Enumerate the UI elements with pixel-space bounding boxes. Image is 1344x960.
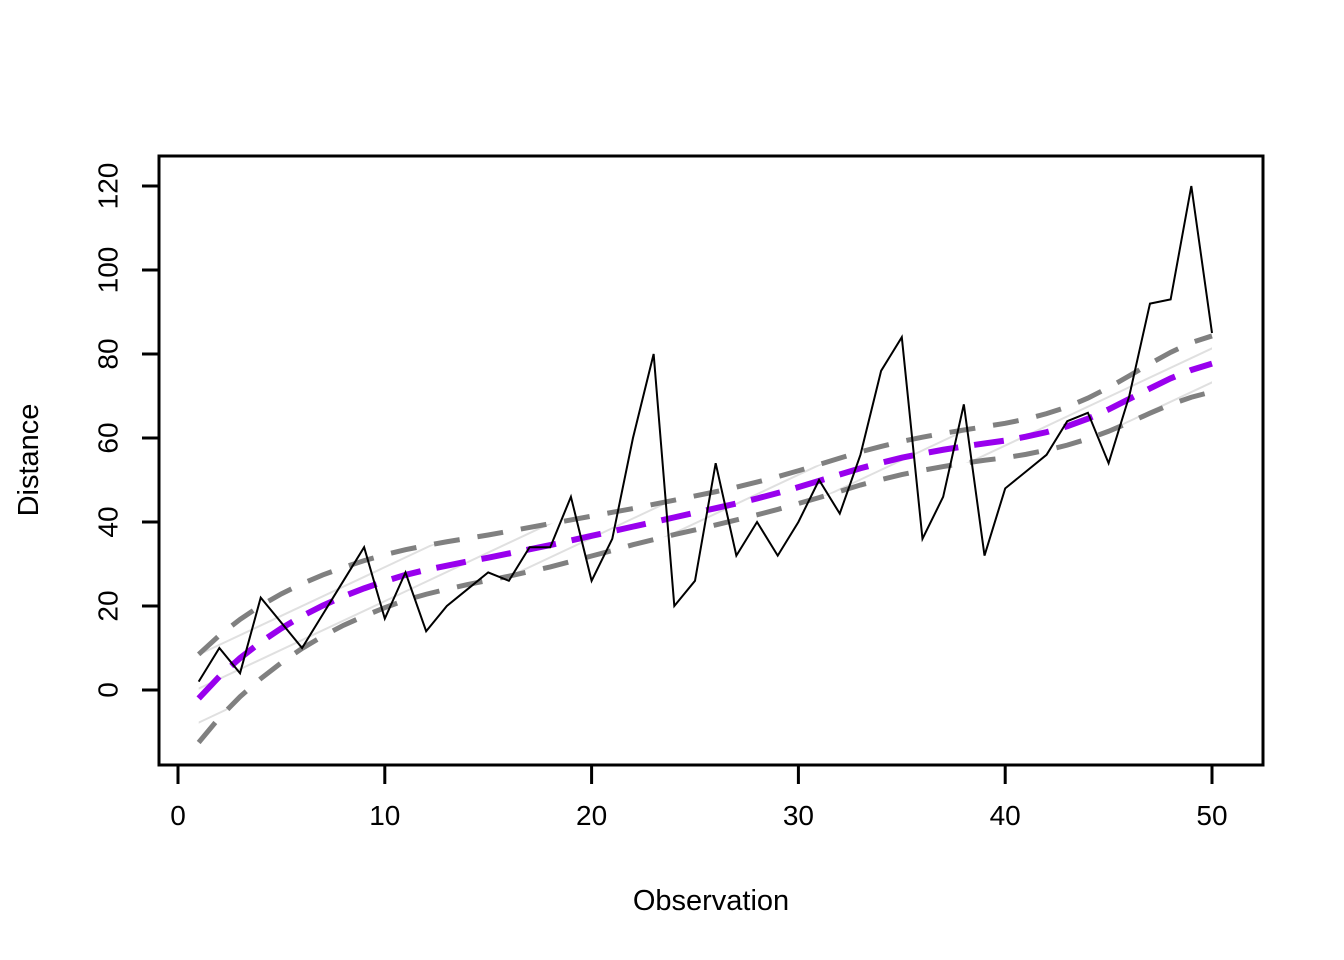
x-axis-title: Observation	[633, 885, 789, 917]
x-tick-label: 10	[369, 800, 400, 831]
figure-background	[0, 0, 1344, 960]
y-tick-label: 60	[93, 422, 124, 453]
plot-canvas: 0 20 40 60 80 100 120 0 10 20 30 40 50 Distance Obs…	[0, 0, 1344, 960]
x-tick-label: 20	[576, 800, 607, 831]
y-tick-label: 80	[93, 338, 124, 369]
y-tick-label: 100	[93, 247, 124, 294]
x-tick-label: 0	[170, 800, 186, 831]
y-tick-label: 20	[93, 590, 124, 621]
plot-figure: 0 20 40 60 80 100 120 0 10 20 30 40 50 Distance Obs…	[0, 0, 1344, 960]
y-tick-label: 40	[93, 506, 124, 537]
x-tick-label: 40	[990, 800, 1021, 831]
x-tick-label: 50	[1196, 800, 1227, 831]
y-tick-label: 120	[93, 163, 124, 210]
x-tick-label: 30	[783, 800, 814, 831]
y-tick-label: 0	[93, 682, 124, 698]
y-axis-title: Distance	[13, 404, 45, 517]
